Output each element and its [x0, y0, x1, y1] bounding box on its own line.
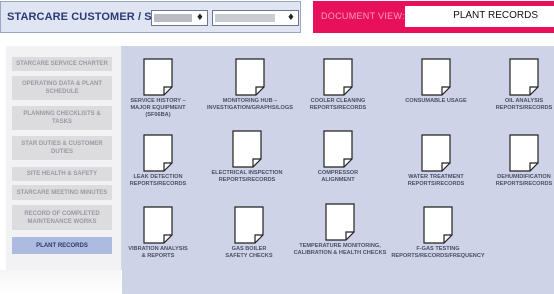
doc-label: GAS BOILER SAFETY CHECKS — [225, 246, 273, 259]
document-view-bar: DOCUMENT VIEW: PLANT RECORDS — [313, 1, 554, 33]
doc-electrical-inspection[interactable]: ELECTRICAL INSPECTION REPORTS/RECORDS — [202, 130, 292, 184]
sidebar-item-completed-works[interactable]: RECORD OF COMPLETED MAINTENANCE WORKS — [12, 205, 112, 230]
doc-label: COOLER CLEANING REPORTS/RECORDS — [309, 98, 367, 111]
sidebar-item-service-charter[interactable]: STARCARE SERVICE CHARTER — [12, 57, 112, 71]
sidebar-item-duties[interactable]: STAR DUTIES & CUSTOMER DUTIES — [12, 136, 112, 160]
doc-oil-analysis[interactable]: OIL ANALYSIS REPORTS/RECORDS — [479, 58, 554, 112]
doc-label: OIL ANALYSIS REPORTS/RECORDS — [495, 98, 553, 111]
document-icon — [421, 58, 451, 96]
document-icon — [323, 58, 353, 96]
sidebar-shadow — [0, 270, 121, 294]
document-icon — [235, 58, 265, 96]
document-view-label: DOCUMENT VIEW: — [321, 11, 405, 21]
document-icon — [421, 134, 451, 172]
doc-label: VIBRATION ANALYSIS & REPORTS — [128, 246, 188, 259]
document-icon — [143, 58, 173, 96]
doc-label: LEAK DETECTION REPORTS/RECORDS — [129, 174, 187, 187]
doc-label: SERVICE HISTORY – MAJOR EQUIPMENT (SF06B… — [130, 98, 186, 118]
doc-dehumidification[interactable]: DEHUMIDIFICATION REPORTS/RECORDS — [479, 134, 554, 188]
customer-select-value — [154, 14, 192, 22]
doc-label: DEHUMIDIFICATION REPORTS/RECORDS — [495, 174, 553, 187]
doc-label: MONITORING HUB – INVESTIGATION/GRAPHS/LO… — [207, 98, 293, 111]
customer-select[interactable]: ♦ — [151, 10, 208, 26]
document-icon — [323, 130, 353, 168]
site-select[interactable]: ♦ — [212, 10, 299, 26]
doc-vibration-analysis[interactable]: VIBRATION ANALYSIS & REPORTS — [113, 206, 203, 260]
doc-label: ELECTRICAL INSPECTION REPORTS/RECORDS — [211, 170, 283, 183]
doc-monitoring-hub[interactable]: MONITORING HUB – INVESTIGATION/GRAPHS/LO… — [205, 58, 295, 112]
document-icon — [234, 206, 264, 244]
document-icon — [509, 58, 539, 96]
document-view-value: PLANT RECORDS — [453, 10, 538, 21]
chevron-updown-icon: ♦ — [286, 13, 295, 23]
documents-panel: SERVICE HISTORY – MAJOR EQUIPMENT (SF06B… — [122, 46, 554, 294]
doc-label: CONSUMABLE USAGE — [405, 98, 467, 104]
sidebar-item-plant-records[interactable]: PLANT RECORDS — [12, 237, 112, 254]
doc-leak-detection[interactable]: LEAK DETECTION REPORTS/RECORDS — [113, 134, 203, 188]
sidebar-item-operating-data[interactable]: OPERATING DATA & PLANT SCHEDULE — [12, 76, 112, 100]
document-icon — [143, 134, 173, 172]
doc-temperature-monitoring[interactable]: TEMPERATURE MONITORING, CALIBRATION & HE… — [290, 203, 390, 257]
doc-label: TEMPERATURE MONITORING, CALIBRATION & HE… — [293, 243, 387, 256]
chevron-updown-icon: ♦ — [195, 13, 204, 23]
doc-f-gas-testing[interactable]: F-GAS TESTING REPORTS/RECORDS/FREQUENCY — [388, 206, 488, 260]
doc-consumable-usage[interactable]: CONSUMABLE USAGE — [391, 58, 481, 105]
doc-label: F-GAS TESTING REPORTS/RECORDS/FREQUENCY — [391, 246, 485, 259]
doc-label: WATER TREATMENT REPORTS/RECORDS — [407, 174, 465, 187]
document-icon — [143, 206, 173, 244]
document-view-field[interactable]: PLANT RECORDS — [405, 6, 554, 27]
sidebar-item-meeting-minutes[interactable]: STARCARE MEETING MINUTES — [12, 185, 112, 200]
doc-water-treatment[interactable]: WATER TREATMENT REPORTS/RECORDS — [391, 134, 481, 188]
document-icon — [509, 134, 539, 172]
sidebar-item-planning-checklists[interactable]: PLANNING CHECKLISTS & TASKS — [12, 106, 112, 130]
document-icon — [423, 206, 453, 244]
document-icon — [325, 203, 355, 241]
doc-gas-boiler[interactable]: GAS BOILER SAFETY CHECKS — [204, 206, 294, 260]
doc-label: COMPRESSOR ALIGNMENT — [317, 170, 359, 183]
site-selector-title: STARCARE CUSTOMER / SITE: — [7, 11, 173, 23]
sidebar-item-health-safety[interactable]: SITE HEALTH & SAFETY — [12, 167, 112, 181]
doc-cooler-cleaning[interactable]: COOLER CLEANING REPORTS/RECORDS — [293, 58, 383, 112]
doc-compressor-alignment[interactable]: COMPRESSOR ALIGNMENT — [293, 130, 383, 184]
site-selector-bar: STARCARE CUSTOMER / SITE: ♦ ♦ — [0, 1, 301, 33]
document-icon — [232, 130, 262, 168]
doc-service-history[interactable]: SERVICE HISTORY – MAJOR EQUIPMENT (SF06B… — [113, 58, 203, 119]
site-select-value — [215, 14, 275, 22]
